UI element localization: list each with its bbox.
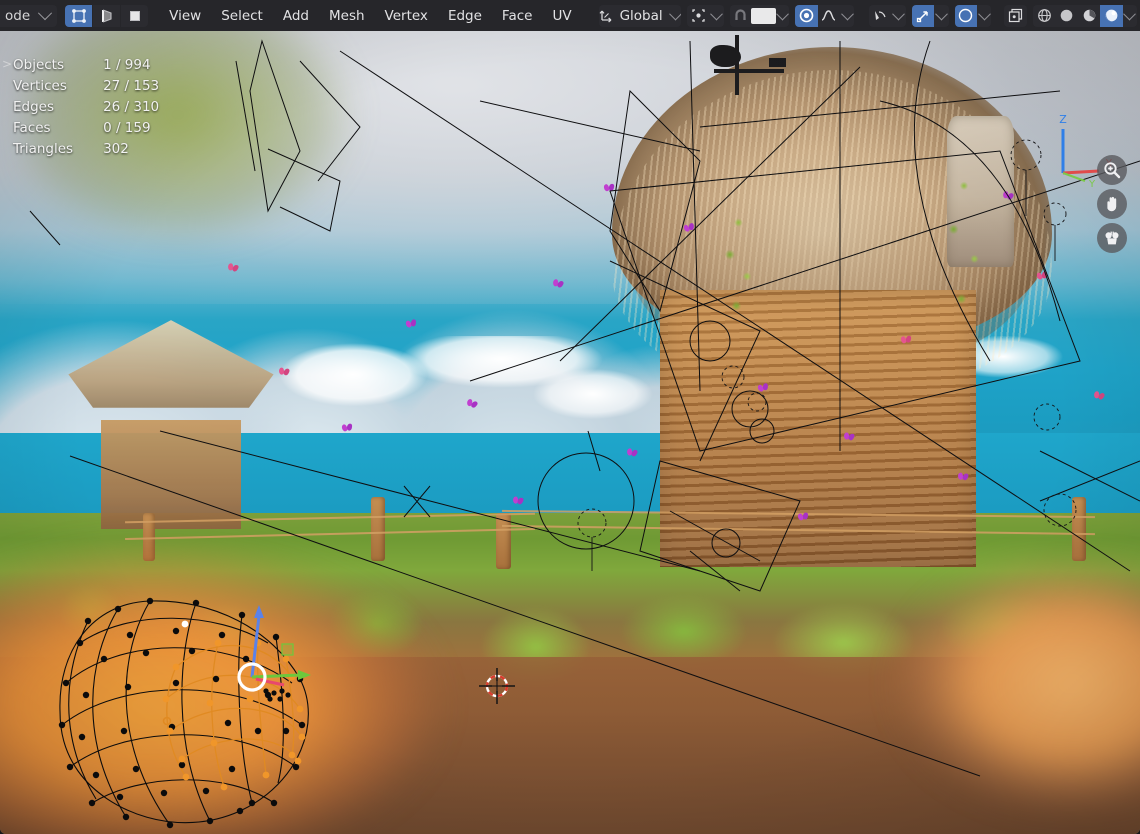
interaction-mode-label: ode — [5, 8, 30, 24]
selected-mesh-sphere — [59, 598, 309, 828]
chevron-down-icon[interactable] — [892, 5, 906, 27]
menu-edge[interactable]: Edge — [438, 5, 492, 27]
snap-increment-icon[interactable] — [751, 5, 776, 27]
falloff-curve-icon[interactable] — [818, 5, 841, 27]
blender-window: ode — [0, 0, 1140, 834]
stat-row: Vertices27 / 153 — [13, 76, 159, 97]
stat-value: 1 / 994 — [103, 55, 159, 76]
pivot-point-group — [687, 5, 724, 27]
overlays-icon[interactable] — [1004, 5, 1027, 27]
menu-add[interactable]: Add — [273, 5, 319, 27]
menu-face[interactable]: Face — [492, 5, 543, 27]
snap-group — [730, 5, 789, 27]
axis-label-z: Z — [1059, 113, 1067, 126]
stat-value: 27 / 153 — [103, 76, 159, 97]
material-sphere-icon[interactable] — [1078, 5, 1101, 27]
chevron-down-icon[interactable] — [671, 5, 682, 27]
gizmo-plane-handle — [282, 644, 293, 655]
menu-mesh[interactable]: Mesh — [319, 5, 375, 27]
viewport-overlays-group — [1004, 5, 1027, 27]
chevron-down-icon[interactable] — [776, 5, 789, 27]
proportional-editing-group — [795, 5, 854, 27]
face-select-mode[interactable] — [121, 5, 148, 27]
empty-stems — [592, 170, 1055, 571]
gizmo-icon[interactable] — [912, 5, 935, 27]
axis-label-y: Y — [1088, 179, 1096, 190]
magnet-icon[interactable] — [730, 5, 751, 27]
stat-row: Edges26 / 310 — [13, 97, 159, 118]
chevron-down-icon[interactable] — [977, 5, 991, 27]
edge-select-mode[interactable] — [93, 5, 121, 27]
gizmo-y-arrow — [298, 670, 311, 680]
vertex-select-mode[interactable] — [65, 5, 93, 27]
transform-orientation-label[interactable]: Global — [616, 5, 671, 27]
stat-label: Objects — [13, 55, 103, 76]
menu-select[interactable]: Select — [211, 5, 273, 27]
menu-bar: View Select Add Mesh Vertex Edge Face UV — [159, 5, 581, 27]
wireframe-sphere-icon[interactable] — [1033, 5, 1056, 27]
menu-view[interactable]: View — [159, 5, 211, 27]
chevron-down-icon[interactable] — [934, 5, 948, 27]
overlay-group — [955, 5, 992, 27]
chevron-down-icon[interactable] — [840, 5, 854, 27]
mesh-edges-unselected — [60, 601, 308, 825]
3d-viewport[interactable]: Z X Y — [0, 31, 1140, 834]
stat-value: 26 / 310 — [103, 97, 159, 118]
statistics-overlay: Objects1 / 994 Vertices27 / 153 Edges26 … — [13, 55, 159, 160]
toolbar-expand-chevron[interactable]: > — [2, 57, 12, 71]
mode-dropdown-group: ode — [3, 5, 57, 27]
gizmo-z-arrow — [254, 605, 264, 618]
stat-value: 302 — [103, 139, 159, 160]
pan-view-button[interactable] — [1097, 189, 1127, 219]
hand-icon — [1102, 194, 1122, 214]
viewport-header: ode — [0, 0, 1140, 31]
stat-label: Vertices — [13, 76, 103, 97]
menu-vertex[interactable]: Vertex — [375, 5, 438, 27]
mesh-options-group — [869, 5, 906, 27]
chevron-down-icon[interactable] — [710, 5, 724, 27]
stat-row: Objects1 / 994 — [13, 55, 159, 76]
interaction-mode-dropdown[interactable]: ode — [0, 5, 57, 27]
object-wireframe-lines — [30, 41, 1140, 776]
camera-view-button[interactable] — [1097, 223, 1127, 253]
gizmo-group — [912, 5, 949, 27]
menu-uv[interactable]: UV — [542, 5, 581, 27]
select-mode-group — [65, 5, 148, 27]
chevron-down-icon — [38, 6, 52, 20]
rendered-sphere-icon[interactable] — [1100, 5, 1123, 27]
stat-label: Edges — [13, 97, 103, 118]
shading-mode-group — [1033, 5, 1137, 27]
stat-value: 0 / 159 — [103, 118, 159, 139]
transform-orientation-group: Global — [599, 5, 682, 27]
empty-objects — [578, 140, 1076, 537]
stat-label: Triangles — [13, 139, 103, 160]
pivot-point-icon[interactable] — [687, 5, 710, 27]
viewport-overlays: Z X Y — [0, 31, 1140, 834]
magnifier-plus-icon — [1102, 160, 1122, 180]
solid-sphere-icon[interactable] — [1055, 5, 1078, 27]
stat-row: Faces0 / 159 — [13, 118, 159, 139]
camera-icon — [1102, 228, 1122, 248]
transform-orientation-icon[interactable] — [599, 5, 616, 27]
proportional-edit-icon[interactable] — [795, 5, 818, 27]
chevron-down-icon[interactable] — [1123, 5, 1137, 27]
xray-toggle-icon[interactable] — [955, 5, 978, 27]
zoom-view-button[interactable] — [1097, 155, 1127, 185]
mesh-highlight-vertex — [182, 621, 189, 628]
stat-row: Triangles302 — [13, 139, 159, 160]
stat-label: Faces — [13, 118, 103, 139]
mesh-edit-mode-icon[interactable] — [869, 5, 892, 27]
